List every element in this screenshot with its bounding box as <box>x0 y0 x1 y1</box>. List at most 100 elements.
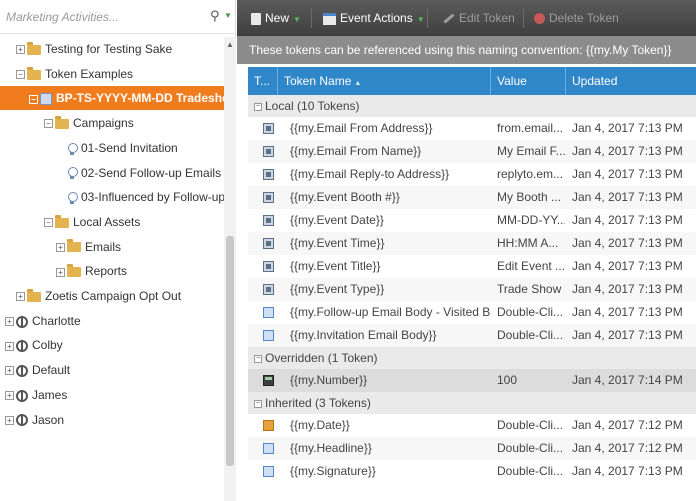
scroll-up-icon[interactable]: ▲ <box>226 40 234 49</box>
expand-icon[interactable]: + <box>16 292 25 302</box>
new-button[interactable]: New ▼ <box>251 9 301 27</box>
scrollbar-thumb[interactable] <box>226 236 234 466</box>
collapse-icon[interactable]: − <box>44 218 53 228</box>
tree-node[interactable]: + Testing for Testing Sake <box>0 37 224 61</box>
table-row[interactable]: {{my.Number}} 100 Jan 4, 2017 7:14 PM <box>248 369 696 392</box>
token-group-header[interactable]: − Inherited (3 Tokens) <box>248 392 696 414</box>
edit-token-button[interactable]: Edit Token <box>443 9 515 27</box>
expand-icon[interactable]: + <box>5 415 14 425</box>
folder-icon <box>27 288 41 302</box>
folder-icon <box>27 41 41 55</box>
token-updated-cell: Jan 4, 2017 7:13 PM <box>572 464 683 478</box>
tree-node-label: Zoetis Campaign Opt Out <box>45 289 182 303</box>
table-row[interactable]: {{my.Email From Address}} from.email... Ja… <box>248 117 696 140</box>
token-name-cell: {{my.Email From Name}} <box>290 144 422 158</box>
token-value-cell: Double-Cli... <box>497 305 564 319</box>
column-header-token-name[interactable]: Token Name ▲ <box>278 67 491 95</box>
token-name-cell: {{my.Headline}} <box>290 441 372 455</box>
expand-icon[interactable]: + <box>5 317 14 327</box>
folder-icon <box>67 239 81 253</box>
token-updated-cell: Jan 4, 2017 7:12 PM <box>572 441 683 455</box>
tree-node[interactable]: + Default <box>0 358 224 382</box>
token-updated-cell: Jan 4, 2017 7:13 PM <box>572 190 683 204</box>
tree-node[interactable]: − Local Assets <box>0 210 224 234</box>
tree-node[interactable]: − BP-TS-YYYY-MM-DD Tradeshow <box>0 86 224 111</box>
tree-node-label: Jason <box>32 412 65 427</box>
tree-node[interactable]: + Charlotte <box>0 309 224 333</box>
table-row[interactable]: {{my.Follow-up Email Body - Visited B...… <box>248 301 696 324</box>
tree-node[interactable]: − Token Examples <box>0 62 224 86</box>
table-row[interactable]: {{my.Invitation Email Body}} Double-Cli..… <box>248 324 696 347</box>
column-header-value[interactable]: Value <box>491 67 566 95</box>
table-row[interactable]: {{my.Email Reply-to Address}} replyto.em.… <box>248 163 696 186</box>
expand-icon[interactable]: + <box>56 242 65 252</box>
table-row[interactable]: {{my.Date}} Double-Cli... Jan 4, 2017 7:12… <box>248 414 696 437</box>
expand-icon[interactable]: + <box>16 45 25 55</box>
collapse-icon[interactable]: − <box>16 70 25 80</box>
expand-icon[interactable]: + <box>56 267 65 277</box>
token-updated-cell: Jan 4, 2017 7:13 PM <box>572 328 683 342</box>
tree-node[interactable]: 01-Send Invitation <box>0 136 224 160</box>
folder-icon <box>67 264 81 278</box>
token-name-cell: {{my.Email Reply-to Address}} <box>290 167 450 181</box>
folder-icon <box>55 115 69 129</box>
new-button-label: New <box>265 11 290 25</box>
naming-convention-info: These tokens can be referenced using thi… <box>237 36 696 64</box>
tree-panel: Marketing Activities... ⚲ ▼ + Testing for… <box>0 0 236 501</box>
table-row[interactable]: {{my.Email From Name}} My Email F... Jan 4… <box>248 140 696 163</box>
tokens-table-body: − Local (10 Tokens) {{my.Email From Addres… <box>248 95 696 501</box>
table-row[interactable]: {{my.Event Time}} HH:MM A... Jan 4, 2017 7… <box>248 232 696 255</box>
tree-node[interactable]: − Campaigns <box>0 111 224 135</box>
delete-token-label: Delete Token <box>549 11 619 25</box>
image-token-icon <box>263 284 274 295</box>
collapse-icon[interactable]: − <box>254 399 262 408</box>
token-value-cell: My Booth ... <box>497 190 562 204</box>
table-row[interactable]: {{my.Event Title}} Edit Event ... Jan 4, 2… <box>248 255 696 278</box>
collapse-icon[interactable]: − <box>254 102 262 111</box>
table-row[interactable]: {{my.Event Date}} MM-DD-YY... Jan 4, 2017 … <box>248 209 696 232</box>
tree-node[interactable]: 03-Influenced by Follow-up <box>0 185 224 209</box>
toolbar-divider <box>427 8 428 28</box>
tree-node[interactable]: + Reports <box>0 259 224 283</box>
tokens-table-header: T... Token Name ▲ Value Updated <box>248 67 696 95</box>
tree-node-label: Charlotte <box>32 313 81 328</box>
column-header-updated[interactable]: Updated <box>566 67 696 95</box>
search-input[interactable]: Marketing Activities... <box>6 10 119 24</box>
collapse-icon[interactable]: − <box>29 94 38 104</box>
folder-icon <box>55 214 69 228</box>
token-group-header[interactable]: − Local (10 Tokens) <box>248 95 696 117</box>
tree-node[interactable]: + Jason <box>0 408 224 432</box>
delete-token-button[interactable]: Delete Token <box>534 9 619 27</box>
tree-node[interactable]: 02-Send Follow-up Emails <box>0 161 224 185</box>
chevron-down-icon[interactable]: ▼ <box>224 11 232 20</box>
table-row[interactable]: {{my.Event Type}} Trade Show Jan 4, 2017 7… <box>248 278 696 301</box>
column-header-type[interactable]: T... <box>248 67 278 95</box>
token-value-cell: Double-Cli... <box>497 441 564 455</box>
globe-icon <box>16 315 28 328</box>
expand-icon[interactable]: + <box>5 341 14 351</box>
activity-tree: + Testing for Testing Sake − Token Examples… <box>0 37 224 501</box>
expand-icon[interactable]: + <box>5 366 14 376</box>
collapse-icon[interactable]: − <box>254 354 262 363</box>
event-actions-button[interactable]: Event Actions ▼ <box>323 9 425 27</box>
token-name-cell: {{my.Email From Address}} <box>290 121 433 135</box>
token-group-header[interactable]: − Overridden (1 Token) <box>248 347 696 369</box>
expand-icon[interactable]: + <box>5 391 14 401</box>
image-token-icon <box>263 238 274 249</box>
token-name-cell: {{my.Signature}} <box>290 464 376 478</box>
token-updated-cell: Jan 4, 2017 7:14 PM <box>572 373 683 387</box>
collapse-icon[interactable]: − <box>44 119 53 129</box>
tree-node[interactable]: + Colby <box>0 333 224 357</box>
table-row[interactable]: {{my.Signature}} Double-Cli... Jan 4, 2017… <box>248 460 696 483</box>
tree-node-label: Local Assets <box>73 214 141 229</box>
tree-node[interactable]: + Emails <box>0 235 224 259</box>
table-row[interactable]: {{my.Event Booth #}} My Booth ... Jan 4, 2… <box>248 186 696 209</box>
filter-icon[interactable]: ⚲ <box>210 8 220 24</box>
tree-node[interactable]: + James <box>0 383 224 407</box>
search-bar[interactable]: Marketing Activities... ⚲ ▼ <box>0 0 236 34</box>
token-name-cell: {{my.Number}} <box>290 373 368 387</box>
table-row[interactable]: {{my.Headline}} Double-Cli... Jan 4, 2017 … <box>248 437 696 460</box>
chevron-down-icon: ▼ <box>293 15 301 24</box>
tree-node[interactable]: + Zoetis Campaign Opt Out <box>0 284 224 308</box>
token-name-cell: {{my.Event Date}} <box>290 213 384 227</box>
